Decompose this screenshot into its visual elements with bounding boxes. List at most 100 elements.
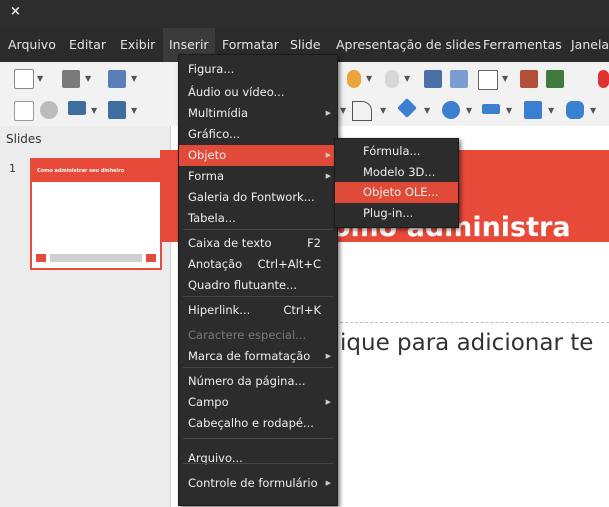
insert-menu-item[interactable]: Tabela... bbox=[179, 208, 337, 229]
insert-menu-item[interactable]: Hiperlink... Ctrl+K bbox=[179, 300, 337, 321]
menu-item-label: Áudio ou vídeo... bbox=[188, 85, 285, 99]
callout-icon[interactable] bbox=[566, 101, 584, 119]
spellcheck-icon[interactable] bbox=[450, 70, 468, 88]
new-document-icon[interactable] bbox=[14, 69, 34, 89]
menu-apresentacao[interactable]: Apresentação de slides bbox=[336, 28, 481, 62]
chevron-down-icon[interactable]: ▼ bbox=[380, 106, 386, 115]
slides-panel: Slides 1 Como administrar seu dinheiro bbox=[0, 126, 171, 507]
object-submenu: Fórmula... Modelo 3D... Objeto OLE... Plug-… bbox=[334, 138, 459, 228]
chevron-down-icon[interactable]: ▼ bbox=[131, 74, 137, 83]
menu-item-label: Caractere especial... bbox=[188, 328, 307, 342]
save-icon[interactable] bbox=[108, 70, 126, 88]
chevron-down-icon[interactable]: ▼ bbox=[131, 106, 137, 115]
object-submenu-item[interactable]: Fórmula... bbox=[335, 141, 458, 162]
chevron-down-icon[interactable]: ▼ bbox=[590, 106, 596, 115]
footer-block bbox=[36, 254, 46, 262]
menu-item-label: Fórmula... bbox=[363, 144, 421, 158]
open-icon[interactable] bbox=[62, 70, 80, 88]
menu-item-label: Figura... bbox=[188, 62, 235, 76]
menu-editar[interactable]: Editar bbox=[69, 28, 106, 62]
submenu-arrow-icon: ▶ bbox=[325, 398, 331, 406]
insert-menu-item[interactable]: Multimídia ▶ bbox=[179, 103, 337, 124]
slide-subtitle-placeholder[interactable]: ique para adicionar te bbox=[340, 330, 593, 356]
chevron-down-icon[interactable]: ▼ bbox=[506, 106, 512, 115]
footer-block bbox=[146, 254, 156, 262]
insert-menu-item[interactable]: Áudio ou vídeo... bbox=[179, 82, 337, 103]
menu-separator bbox=[183, 296, 333, 297]
select-icon[interactable] bbox=[14, 101, 34, 121]
slides-panel-header: Slides bbox=[6, 132, 42, 146]
object-submenu-item[interactable]: Objeto OLE... bbox=[335, 182, 458, 203]
insert-menu-item[interactable]: Arquivo... bbox=[179, 448, 337, 469]
menu-separator bbox=[183, 367, 333, 368]
insert-menu-item[interactable]: Cabeçalho e rodapé... bbox=[179, 413, 337, 434]
table-icon[interactable] bbox=[478, 70, 498, 90]
line-color-icon[interactable] bbox=[68, 101, 86, 115]
menu-janela[interactable]: Janela bbox=[571, 28, 609, 62]
chevron-down-icon[interactable]: ▼ bbox=[548, 106, 554, 115]
image-icon[interactable] bbox=[520, 70, 538, 88]
fill-color-icon[interactable] bbox=[108, 101, 126, 119]
flowchart-icon[interactable] bbox=[524, 101, 542, 119]
insert-menu-item[interactable]: Forma ▶ bbox=[179, 166, 337, 187]
chevron-down-icon[interactable]: ▼ bbox=[340, 106, 346, 115]
slide-thumbnail[interactable]: Como administrar seu dinheiro bbox=[30, 158, 162, 270]
chevron-down-icon[interactable]: ▼ bbox=[404, 74, 410, 83]
menu-exibir[interactable]: Exibir bbox=[120, 28, 155, 62]
insert-menu-item[interactable]: Galeria do Fontwork... bbox=[179, 187, 337, 208]
insert-menu-item[interactable]: Anotação Ctrl+Alt+C bbox=[179, 254, 337, 275]
menu-separator bbox=[183, 229, 333, 230]
menu-item-label: Objeto OLE... bbox=[363, 185, 439, 199]
submenu-arrow-icon: ▶ bbox=[325, 151, 331, 159]
redo-icon[interactable] bbox=[385, 70, 399, 88]
chevron-down-icon[interactable]: ▼ bbox=[424, 106, 430, 115]
shapes-icon[interactable] bbox=[397, 98, 417, 118]
close-icon[interactable]: × bbox=[10, 4, 21, 19]
insert-menu-item[interactable]: Número da página... bbox=[179, 371, 337, 392]
menu-item-label: Controle de formulário bbox=[188, 476, 318, 490]
smiley-icon[interactable] bbox=[442, 101, 460, 119]
chevron-down-icon[interactable]: ▼ bbox=[37, 74, 43, 83]
insert-menu-item[interactable]: Controle de formulário ▶ bbox=[179, 473, 337, 494]
menu-item-label: Campo bbox=[188, 395, 229, 409]
record-icon[interactable] bbox=[598, 70, 609, 88]
chevron-down-icon[interactable]: ▼ bbox=[466, 106, 472, 115]
thumbnail-title: Como administrar seu dinheiro bbox=[37, 168, 125, 174]
menu-item-label: Quadro flutuante... bbox=[188, 278, 298, 292]
undo-icon[interactable] bbox=[347, 70, 361, 88]
insert-menu-item[interactable]: Quadro flutuante... bbox=[179, 275, 337, 296]
chart-icon[interactable] bbox=[546, 70, 564, 88]
chevron-down-icon[interactable]: ▼ bbox=[85, 74, 91, 83]
footer-block bbox=[50, 254, 142, 262]
insert-menu-item[interactable]: Campo ▶ bbox=[179, 392, 337, 413]
insert-menu-item[interactable]: Gráfico... bbox=[179, 124, 337, 145]
insert-menu-item[interactable]: Caixa de texto F2 bbox=[179, 233, 337, 254]
placeholder-border bbox=[335, 322, 609, 323]
zoom-icon[interactable] bbox=[40, 101, 58, 119]
insert-menu: Figura... Áudio ou vídeo... Multimídia ▶ Grá… bbox=[178, 54, 338, 506]
chevron-down-icon[interactable]: ▼ bbox=[91, 106, 97, 115]
object-submenu-item[interactable]: Plug-in... bbox=[335, 203, 458, 224]
menu-item-label: Galeria do Fontwork... bbox=[188, 190, 315, 204]
insert-menu-item[interactable]: Figura... bbox=[179, 59, 337, 80]
insert-menu-item[interactable]: Objeto ▶ bbox=[179, 145, 337, 166]
submenu-arrow-icon: ▶ bbox=[325, 109, 331, 117]
clear-format-icon[interactable] bbox=[424, 70, 442, 88]
curve-icon[interactable] bbox=[352, 101, 372, 121]
menu-item-shortcut: Ctrl+K bbox=[283, 303, 321, 317]
menu-item-label: Anotação bbox=[188, 257, 243, 271]
menu-arquivo[interactable]: Arquivo bbox=[8, 28, 56, 62]
chevron-down-icon[interactable]: ▼ bbox=[502, 74, 508, 83]
menu-item-label: Objeto bbox=[188, 148, 227, 162]
chevron-down-icon[interactable]: ▼ bbox=[366, 74, 372, 83]
menu-item-label: Modelo 3D... bbox=[363, 165, 436, 179]
menu-ferramentas[interactable]: Ferramentas bbox=[483, 28, 562, 62]
arrows-icon[interactable] bbox=[482, 104, 500, 114]
thumbnail-footer bbox=[36, 254, 156, 262]
menu-item-label: Cabeçalho e rodapé... bbox=[188, 416, 314, 430]
slide-number: 1 bbox=[9, 162, 16, 175]
menu-separator bbox=[183, 438, 333, 439]
object-submenu-item[interactable]: Modelo 3D... bbox=[335, 162, 458, 183]
menu-item-label: Gráfico... bbox=[188, 127, 241, 141]
insert-menu-item[interactable]: Marca de formatação ▶ bbox=[179, 346, 337, 367]
